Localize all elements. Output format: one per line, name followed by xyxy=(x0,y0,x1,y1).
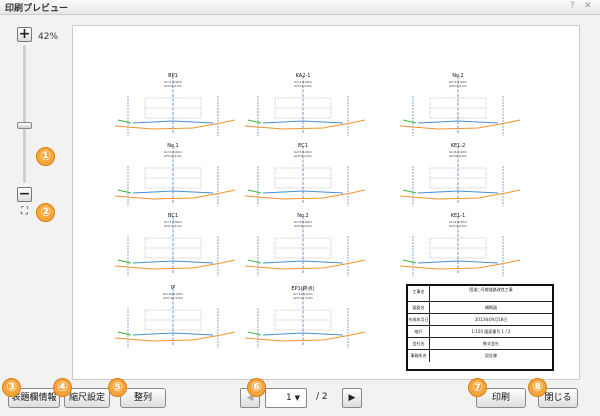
zoom-out-button[interactable]: − xyxy=(17,187,32,202)
section-subtitle: IA=3 0.00m GH=3 4.0m xyxy=(449,80,467,88)
page-number-select[interactable]: 1 ▼ xyxy=(265,388,307,408)
section-title: No.2 xyxy=(452,73,464,79)
title-bar: 印刷プレビュー ? ✕ xyxy=(0,0,600,15)
callout-marker-1: ① xyxy=(36,147,55,166)
section-shoulder xyxy=(247,331,262,336)
window-title: 印刷プレビュー xyxy=(5,4,69,14)
zoom-panel xyxy=(0,15,72,380)
section-shoulder xyxy=(402,189,417,194)
section-subtitle: IA=8 0.00m GH=8 4.0m xyxy=(294,220,312,228)
callout-marker-2: ② xyxy=(36,203,55,222)
zoom-in-button[interactable]: + xyxy=(17,27,32,42)
section-title: KA2-1 xyxy=(295,73,311,79)
section-title: KE1-2 xyxy=(450,143,466,149)
section-title: BP1 xyxy=(168,73,178,79)
section-shoulder xyxy=(117,259,132,264)
title-block-row: 会社名 株式会社 xyxy=(408,338,552,350)
help-icon[interactable]: ? xyxy=(570,1,575,11)
zoom-slider-track[interactable] xyxy=(23,45,26,183)
title-block: 工事名 国道○号線道路改良工事 図面名 横断図 作成年月日 2013年09月18日 縮… xyxy=(406,284,554,371)
zoom-level-label: 42% xyxy=(38,32,59,42)
arrange-button[interactable]: 整列 xyxy=(120,388,166,408)
callout-marker-3: ③ xyxy=(2,378,21,397)
title-block-row: 縮尺 1:150 図面番号 1 / 2 xyxy=(408,326,552,338)
section-title: EP1(終点) xyxy=(291,286,315,292)
section-subtitle: IA=4 0.00m GH=4 4.0m xyxy=(164,150,182,158)
section-subtitle: IA=2 0.00m GH=2 4.0m xyxy=(294,80,312,88)
section-title: No.1 xyxy=(167,143,179,149)
title-block-row: 作成年月日 2013年09月18日 xyxy=(408,314,552,326)
section-subtitle: IA=9 0.00m GH=9 4.0m xyxy=(449,220,467,228)
section-shoulder xyxy=(402,119,417,124)
section-shoulder xyxy=(247,119,262,124)
section-subtitle: IA=6 0.00m GH=6 4.0m xyxy=(449,150,467,158)
section-title: No.2 xyxy=(297,213,309,219)
callout-marker-6: ⑥ xyxy=(247,378,266,397)
section-shoulder xyxy=(117,119,132,124)
section-title: EC1 xyxy=(298,143,308,149)
section-title: BC1 xyxy=(167,213,178,219)
section-shoulder xyxy=(247,189,262,194)
fit-page-icon[interactable]: ⛶ xyxy=(17,206,32,219)
section-shoulder xyxy=(117,189,132,194)
section-title: KE1-1 xyxy=(450,213,466,219)
zoom-slider-thumb[interactable] xyxy=(17,122,32,130)
section-shoulder xyxy=(117,331,132,336)
callout-marker-5: ⑤ xyxy=(108,378,127,397)
section-shoulder xyxy=(402,259,417,264)
section-subtitle: IA=1 0.00m GH=1 4.0m xyxy=(164,80,182,88)
print-preview-page: BP1 IA=1 0.00m GH=1 4.0m KA2-1 IA=2 0.00m G… xyxy=(72,25,580,380)
section-subtitle: IA=11 0.00m GH=11 4.0m xyxy=(293,292,313,300)
section-subtitle: IA=5 0.00m GH=5 4.0m xyxy=(294,150,312,158)
title-block-row: 工事名 国道○号線道路改良工事 xyxy=(408,286,552,302)
title-block-row: 事務所名 設計課 xyxy=(408,350,552,362)
close-window-icon[interactable]: ✕ xyxy=(584,1,592,11)
section-subtitle: IA=7 0.00m GH=7 4.0m xyxy=(164,220,182,228)
next-page-button[interactable]: ▶ xyxy=(342,388,362,408)
callout-marker-4: ④ xyxy=(53,378,72,397)
callout-marker-7: ⑦ xyxy=(468,378,487,397)
callout-marker-8: ⑧ xyxy=(528,378,547,397)
section-subtitle: IA=10 0.00m GH=10 4.0m xyxy=(163,292,183,300)
page-number-value: 1 xyxy=(286,393,292,403)
page-total-label: / 2 xyxy=(316,392,328,402)
chevron-down-icon: ▼ xyxy=(294,394,300,402)
title-block-row: 図面名 横断図 xyxy=(408,302,552,314)
section-shoulder xyxy=(247,259,262,264)
section-title: IP xyxy=(170,285,176,291)
